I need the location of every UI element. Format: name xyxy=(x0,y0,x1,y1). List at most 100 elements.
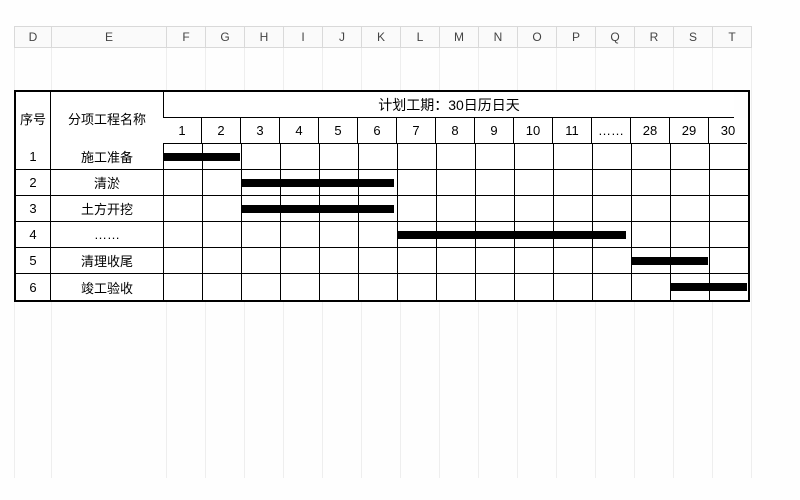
gantt-cell[interactable] xyxy=(476,170,515,196)
gantt-cell[interactable] xyxy=(632,248,671,274)
gantt-cell[interactable] xyxy=(437,170,476,196)
gantt-cell[interactable] xyxy=(515,274,554,300)
gantt-cell[interactable] xyxy=(710,248,748,274)
column-header-Q[interactable]: Q xyxy=(595,26,634,48)
column-header-G[interactable]: G xyxy=(205,26,244,48)
gantt-cell[interactable] xyxy=(320,248,359,274)
gantt-cell[interactable] xyxy=(710,222,748,248)
gantt-cell[interactable] xyxy=(710,144,748,170)
gantt-cell[interactable] xyxy=(593,196,632,222)
gantt-cell[interactable] xyxy=(242,248,281,274)
gantt-cell[interactable] xyxy=(671,170,710,196)
column-header-R[interactable]: R xyxy=(634,26,673,48)
column-header-T[interactable]: T xyxy=(712,26,752,48)
gantt-cell[interactable] xyxy=(437,144,476,170)
gantt-cell[interactable] xyxy=(398,248,437,274)
gantt-cell[interactable] xyxy=(242,222,281,248)
gantt-cell[interactable] xyxy=(203,196,242,222)
gantt-cell[interactable] xyxy=(281,144,320,170)
gantt-cell[interactable] xyxy=(203,170,242,196)
gantt-cell[interactable] xyxy=(671,144,710,170)
gantt-cell[interactable] xyxy=(164,222,203,248)
column-header-K[interactable]: K xyxy=(361,26,400,48)
gantt-cell[interactable] xyxy=(242,170,281,196)
gantt-cell[interactable] xyxy=(242,144,281,170)
gantt-cell[interactable] xyxy=(515,170,554,196)
gantt-cell[interactable] xyxy=(632,274,671,300)
gantt-cell[interactable] xyxy=(476,248,515,274)
gantt-cell[interactable] xyxy=(203,248,242,274)
gantt-cell[interactable] xyxy=(710,196,748,222)
column-header-H[interactable]: H xyxy=(244,26,283,48)
gantt-cell[interactable] xyxy=(593,170,632,196)
gantt-cell[interactable] xyxy=(398,170,437,196)
gantt-cell[interactable] xyxy=(164,274,203,300)
gantt-cell[interactable] xyxy=(398,196,437,222)
column-header-E[interactable]: E xyxy=(51,26,166,48)
row-seq: 1 xyxy=(16,144,51,170)
gantt-cell[interactable] xyxy=(554,274,593,300)
gantt-cell[interactable] xyxy=(281,274,320,300)
gantt-cell[interactable] xyxy=(164,144,203,170)
gantt-cell[interactable] xyxy=(671,274,710,300)
gantt-cell[interactable] xyxy=(515,196,554,222)
column-header-J[interactable]: J xyxy=(322,26,361,48)
column-header-F[interactable]: F xyxy=(166,26,205,48)
gantt-cell[interactable] xyxy=(593,144,632,170)
gantt-cell[interactable] xyxy=(281,248,320,274)
column-header-N[interactable]: N xyxy=(478,26,517,48)
gantt-cell[interactable] xyxy=(671,222,710,248)
gantt-title: 计划工期：30日历日天 xyxy=(164,92,734,118)
gantt-cell[interactable] xyxy=(242,196,281,222)
column-headers-row: DEFGHIJKLMNOPQRST xyxy=(0,26,752,48)
gantt-cell[interactable] xyxy=(437,274,476,300)
gantt-cell[interactable] xyxy=(554,248,593,274)
gantt-cell[interactable] xyxy=(398,222,437,248)
gantt-cell[interactable] xyxy=(515,248,554,274)
day-header: 3 xyxy=(241,118,280,144)
gantt-cell[interactable] xyxy=(398,274,437,300)
gantt-cell[interactable] xyxy=(476,274,515,300)
column-header-L[interactable]: L xyxy=(400,26,439,48)
gantt-cell[interactable] xyxy=(398,144,437,170)
gantt-cell[interactable] xyxy=(320,222,359,248)
gantt-cell[interactable] xyxy=(632,170,671,196)
column-header-P[interactable]: P xyxy=(556,26,595,48)
gantt-cell[interactable] xyxy=(515,144,554,170)
gantt-cell[interactable] xyxy=(359,222,398,248)
gantt-cell[interactable] xyxy=(359,144,398,170)
gantt-cell[interactable] xyxy=(164,196,203,222)
row-name: 土方开挖 xyxy=(51,196,164,222)
day-header: 8 xyxy=(436,118,475,144)
gantt-cell[interactable] xyxy=(632,196,671,222)
gantt-cell[interactable] xyxy=(242,274,281,300)
gantt-cell[interactable] xyxy=(476,144,515,170)
column-header-M[interactable]: M xyxy=(439,26,478,48)
gantt-cell[interactable] xyxy=(476,196,515,222)
gantt-cell[interactable] xyxy=(203,274,242,300)
gantt-cell[interactable] xyxy=(554,196,593,222)
gantt-cell[interactable] xyxy=(359,248,398,274)
column-header-S[interactable]: S xyxy=(673,26,712,48)
gantt-cell[interactable] xyxy=(203,222,242,248)
gantt-cell[interactable] xyxy=(359,274,398,300)
gantt-cell[interactable] xyxy=(593,248,632,274)
gantt-cell[interactable] xyxy=(437,248,476,274)
gantt-cell[interactable] xyxy=(320,144,359,170)
gantt-cell[interactable] xyxy=(437,196,476,222)
column-header-O[interactable]: O xyxy=(517,26,556,48)
gantt-cell[interactable] xyxy=(632,222,671,248)
gantt-cell[interactable] xyxy=(164,170,203,196)
gantt-cell[interactable] xyxy=(632,144,671,170)
gantt-cell[interactable] xyxy=(593,274,632,300)
column-header-I[interactable]: I xyxy=(283,26,322,48)
row-seq: 4 xyxy=(16,222,51,248)
gantt-cell[interactable] xyxy=(320,274,359,300)
gantt-cell[interactable] xyxy=(164,248,203,274)
column-header-D[interactable]: D xyxy=(14,26,51,48)
gantt-cell[interactable] xyxy=(710,170,748,196)
gantt-cell[interactable] xyxy=(554,144,593,170)
gantt-cell[interactable] xyxy=(554,170,593,196)
gantt-cell[interactable] xyxy=(671,196,710,222)
gantt-cell[interactable] xyxy=(281,222,320,248)
